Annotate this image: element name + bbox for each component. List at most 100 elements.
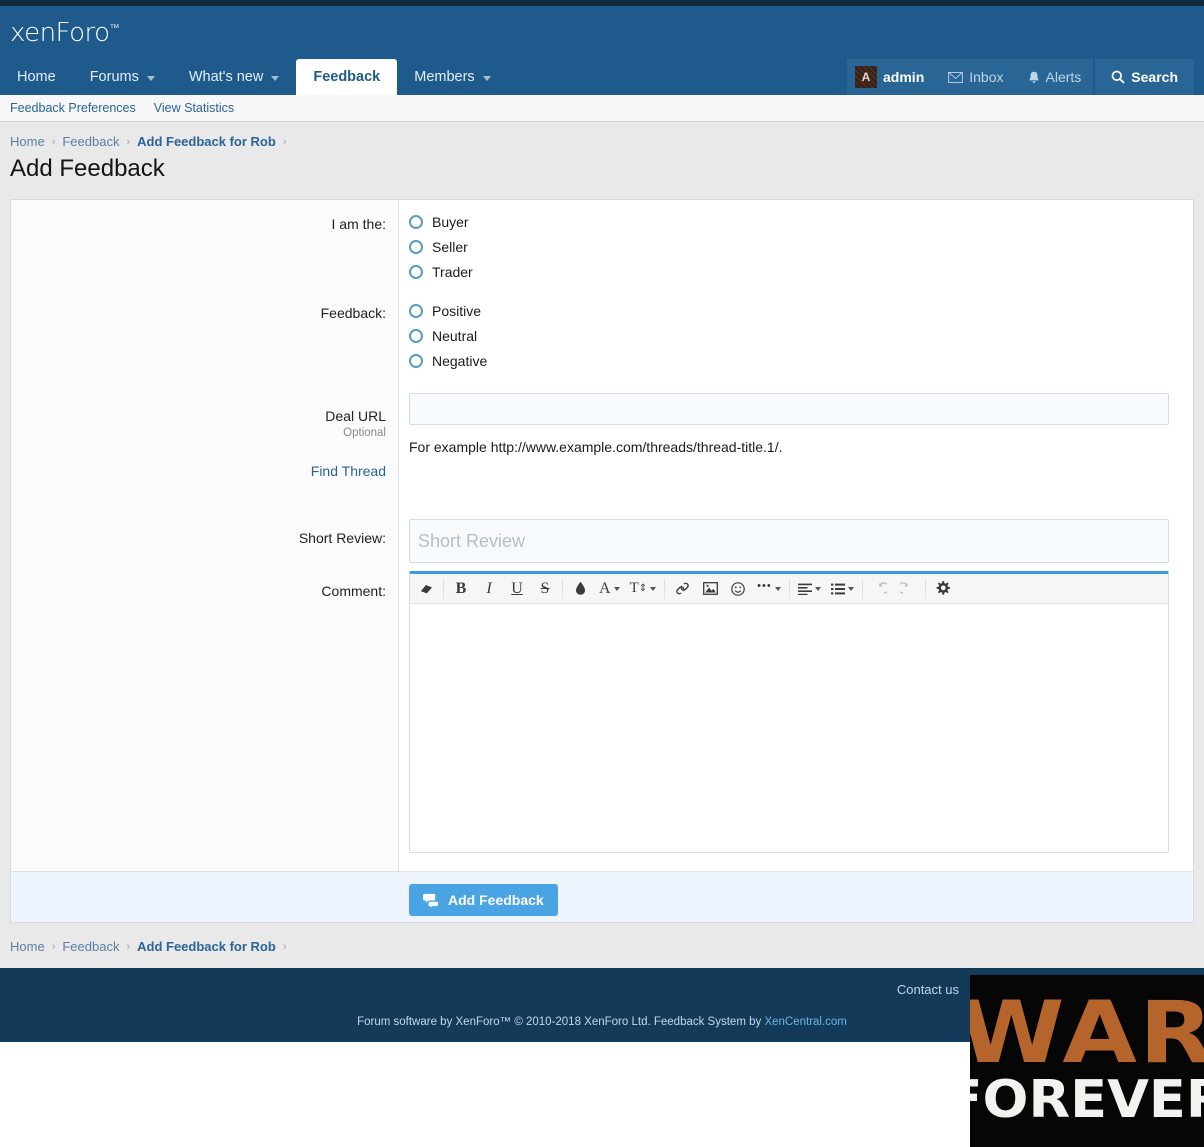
form-submit-bar: Add Feedback	[10, 871, 1194, 923]
radio-option-trader[interactable]: Trader	[409, 264, 1169, 280]
toolbar-separator	[562, 578, 563, 599]
radio-circle-icon[interactable]	[409, 215, 423, 229]
breadcrumb-item-add-feedback-for-rob[interactable]: Add Feedback for Rob	[137, 939, 276, 954]
chevron-down-icon	[146, 75, 155, 81]
radio-circle-icon[interactable]	[409, 265, 423, 279]
text-color-icon[interactable]	[566, 575, 594, 603]
form-row-deal-url: Deal URL Optional For example http://www…	[11, 378, 1193, 455]
picture-glyph	[702, 582, 718, 595]
radio-circle-icon[interactable]	[409, 304, 423, 318]
radio-circle-icon[interactable]	[409, 240, 423, 254]
deal-url-input[interactable]	[409, 393, 1169, 425]
breadcrumb-item-feedback[interactable]: Feedback	[62, 134, 119, 149]
font-size-icon[interactable]: T ⇕	[625, 575, 662, 603]
toolbar-separator	[924, 578, 926, 599]
search-button[interactable]: Search	[1095, 59, 1194, 95]
primary-navigation: Home Forums What's new Feedback Members	[0, 59, 508, 95]
breadcrumb-item-add-feedback-for-rob[interactable]: Add Feedback for Rob	[137, 134, 276, 149]
form-row-comment: Comment: B I U S A T ⇕ •••	[11, 563, 1193, 871]
subnav-item-feedback-preferences[interactable]: Feedback Preferences	[10, 101, 136, 115]
form-row-feedback: Feedback: Positive Neutral Negative	[11, 289, 1193, 378]
radio-circle-icon[interactable]	[409, 354, 423, 368]
envelope-icon	[948, 71, 964, 83]
link-icon[interactable]	[668, 575, 696, 603]
smilie-icon[interactable]	[724, 575, 752, 603]
xencentral-link[interactable]: XenCentral.com	[764, 1016, 846, 1028]
undo-arrow-glyph	[878, 581, 888, 594]
undo-icon[interactable]	[866, 575, 894, 603]
deal-url-explain-text: For example http://www.example.com/threa…	[409, 439, 783, 455]
radio-option-positive[interactable]: Positive	[409, 303, 1169, 319]
visitor-menu-button[interactable]: A admin	[847, 59, 937, 95]
alerts-button[interactable]: Alerts	[1015, 59, 1094, 95]
align-left-glyph	[797, 583, 812, 595]
radio-option-buyer[interactable]: Buyer	[409, 214, 1169, 230]
search-icon	[1111, 70, 1125, 84]
chevron-down-icon	[613, 586, 620, 591]
inbox-label: Inbox	[969, 69, 1004, 85]
image-icon[interactable]	[696, 575, 724, 603]
chevron-down-icon	[482, 75, 491, 81]
breadcrumb-item-home[interactable]: Home	[10, 134, 45, 149]
form-label-cell: I am the:	[11, 200, 399, 289]
radio-option-neutral[interactable]: Neutral	[409, 328, 1169, 344]
radio-circle-icon[interactable]	[409, 329, 423, 343]
font-family-icon[interactable]: A	[594, 575, 625, 603]
contact-us-link[interactable]: Contact us	[897, 982, 959, 997]
radio-option-negative[interactable]: Negative	[409, 353, 1169, 369]
toolbar-separator	[861, 578, 863, 599]
add-feedback-button-label: Add Feedback	[448, 892, 544, 908]
page-title: Add Feedback	[10, 155, 165, 182]
list-icon[interactable]	[826, 575, 859, 603]
remove-formatting-icon[interactable]	[412, 575, 440, 603]
nav-item-whats-new[interactable]: What's new	[172, 59, 297, 95]
align-icon[interactable]	[793, 575, 826, 603]
form-label-cell: Feedback:	[11, 289, 399, 378]
deal-url-label: Deal URL	[325, 408, 386, 424]
page-container: Home › Feedback › Add Feedback for Rob ›…	[0, 122, 1204, 968]
chevron-down-icon	[271, 75, 280, 81]
find-thread-link[interactable]: Find Thread	[311, 463, 386, 479]
war-forever-banner-image[interactable]: WAR FOREVER	[970, 975, 1204, 1147]
chevron-down-icon	[650, 586, 657, 591]
breadcrumb-separator-icon: ›	[126, 135, 131, 148]
form-field-cell: Buyer Seller Trader	[399, 200, 1193, 289]
nav-item-home[interactable]: Home	[0, 59, 73, 95]
underline-icon[interactable]: U	[503, 575, 531, 603]
subnav-item-view-statistics[interactable]: View Statistics	[154, 101, 234, 115]
nav-item-feedback[interactable]: Feedback	[296, 59, 398, 95]
nav-item-members[interactable]: Members	[397, 59, 507, 95]
search-label: Search	[1131, 69, 1178, 85]
radio-label: Buyer	[432, 214, 469, 230]
comment-label: Comment:	[321, 583, 386, 599]
editor-settings-gear-icon[interactable]	[929, 575, 957, 603]
logo-text: xenForo	[10, 18, 110, 48]
redo-icon[interactable]	[894, 575, 922, 603]
feedback-label: Feedback:	[320, 305, 386, 321]
bold-icon[interactable]: B	[447, 575, 475, 603]
form-label-cell: Short Review:	[11, 513, 399, 563]
inbox-button[interactable]: Inbox	[936, 59, 1016, 95]
footer-copyright-text: Forum software by XenForo™ © 2010-2018 X…	[357, 1016, 765, 1028]
nav-item-forums[interactable]: Forums	[73, 59, 172, 95]
toolbar-separator	[788, 578, 790, 599]
chevron-down-icon	[814, 586, 821, 591]
editor-text-area[interactable]	[410, 604, 1168, 852]
breadcrumb-item-feedback[interactable]: Feedback	[62, 939, 119, 954]
banner-line-1: WAR	[970, 983, 1204, 1084]
comments-icon	[423, 893, 439, 907]
italic-icon[interactable]: I	[475, 575, 503, 603]
strikethrough-icon[interactable]: S	[531, 575, 559, 603]
add-feedback-button[interactable]: Add Feedback	[409, 884, 558, 916]
short-review-input[interactable]	[409, 519, 1169, 563]
radio-option-seller[interactable]: Seller	[409, 239, 1169, 255]
site-logo[interactable]: xenForo™	[10, 18, 120, 48]
form-row-short-review: Short Review:	[11, 513, 1193, 563]
form-label-cell: Find Thread	[11, 455, 399, 513]
breadcrumb-item-home[interactable]: Home	[10, 939, 45, 954]
form-field-cell	[399, 513, 1193, 563]
more-options-icon[interactable]: •••	[752, 575, 786, 603]
form-field-cell: Positive Neutral Negative	[399, 289, 1193, 378]
chevron-down-icon	[847, 586, 854, 591]
radio-label: Trader	[432, 264, 473, 280]
